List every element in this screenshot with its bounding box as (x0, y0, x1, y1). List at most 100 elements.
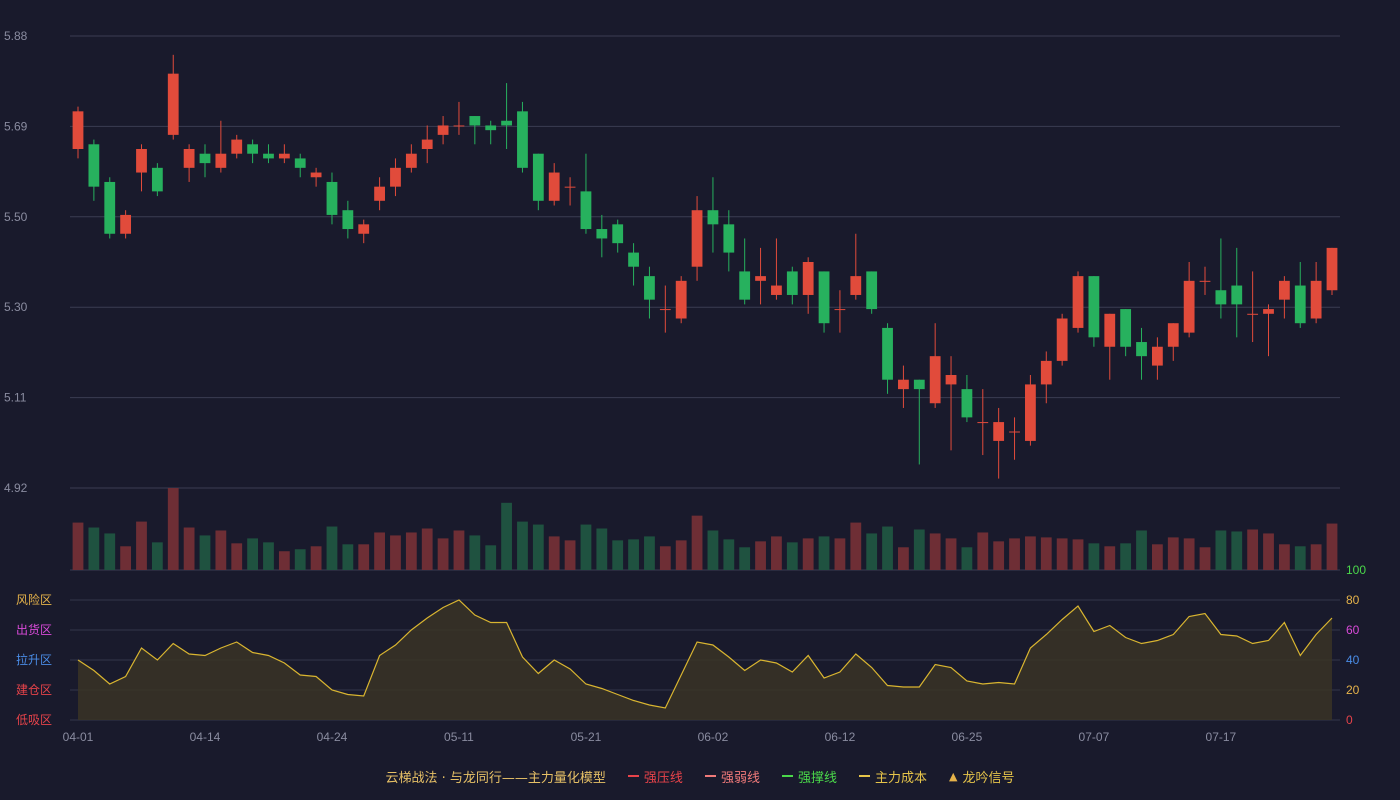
dashed-line-icon (858, 775, 870, 777)
volume-bar (1231, 531, 1243, 570)
candle-body (1167, 323, 1179, 347)
volume-bar (151, 542, 163, 570)
volume-bar (231, 543, 243, 570)
legend-item-signal[interactable]: ▲ 龙吟信号 (949, 767, 1014, 786)
price-tick-label: 5.50 (4, 210, 28, 224)
volume-bar (929, 533, 941, 570)
legend-label: 强撑线 (797, 770, 837, 786)
candle-body (1215, 290, 1227, 305)
solid-line-icon (627, 775, 639, 777)
candle-body (1183, 280, 1195, 333)
volume-bar (802, 538, 814, 570)
candle-body (850, 276, 862, 295)
legend: 云梯战法 · 与龙同行——主力量化模型 强压线 强弱线 强撑线 主力成本 ▲ 龙… (0, 766, 1400, 786)
candle-body (1040, 360, 1052, 385)
candle-body (771, 285, 782, 295)
volume-bar (501, 502, 512, 570)
volume-bar (596, 528, 608, 570)
volume-bar (1025, 536, 1036, 570)
candle-body (723, 224, 735, 253)
candle-body (104, 181, 116, 234)
candle-body (421, 139, 433, 149)
volume-bar (1310, 544, 1322, 570)
candle-body (1072, 276, 1084, 328)
legend-label: 强压线 (643, 770, 683, 786)
candle-body (1056, 318, 1068, 361)
legend-item-support[interactable]: 强撑线 (781, 767, 837, 786)
volume-bar (882, 526, 893, 570)
candle-body (326, 181, 338, 215)
volume-bar (691, 515, 703, 570)
indicator-panel: 100 80 60 40 20 0 风险区出货区拉升区建仓区低吸区 (16, 563, 1366, 727)
candle-body (898, 379, 909, 390)
volume-bar (1215, 530, 1227, 570)
volume-bar (453, 530, 465, 570)
volume-bar (771, 536, 782, 570)
candle-body (469, 116, 481, 126)
dashed-line-icon (704, 775, 716, 777)
volume-bar (1136, 530, 1147, 570)
price-tick-label: 5.69 (4, 119, 28, 133)
candle-body (263, 153, 274, 159)
volume-bar (1088, 543, 1100, 570)
candle-body (691, 210, 703, 267)
solid-line-icon (781, 775, 793, 777)
volume-bar (1167, 537, 1179, 570)
volume-bar (755, 541, 766, 570)
volume-bar (1104, 546, 1116, 570)
candle-body (929, 356, 941, 404)
volume-bar (136, 521, 147, 570)
candle-body (659, 309, 671, 311)
volume-bar (786, 542, 798, 570)
volume-bar (945, 538, 957, 570)
candle-body (120, 214, 132, 234)
volume-bar (1072, 539, 1084, 570)
volume-bar (739, 547, 751, 570)
candle-body (374, 186, 385, 201)
volume-bar (834, 538, 846, 570)
volume-bar (548, 536, 560, 570)
volume-bar (723, 539, 735, 570)
indicator-tick-label: 20 (1346, 683, 1360, 697)
candle-body (358, 224, 370, 234)
legend-item-pressure[interactable]: 强压线 (627, 767, 683, 786)
candle-body (1310, 280, 1322, 319)
chart-canvas: 5.88 5.69 5.50 5.30 5.11 4.92 100 80 60 40 20 0 风险区… (4, 29, 1366, 744)
zone-label: 出货区 (16, 622, 52, 637)
volume-bar (358, 544, 370, 570)
volume-bar (1247, 529, 1259, 570)
volume-bar (469, 535, 481, 570)
price-tick-label: 5.88 (4, 29, 28, 43)
candle-body (453, 125, 465, 127)
candle-body (1120, 309, 1132, 347)
candle-body (755, 276, 766, 281)
volume-bar (532, 524, 544, 570)
candle-body (1088, 276, 1100, 338)
volume-bar (1294, 546, 1306, 570)
candle-body (866, 271, 878, 310)
legend-label: 主力成本 (874, 770, 927, 786)
zone-label: 建仓区 (16, 683, 52, 697)
candle-body (802, 262, 814, 295)
volume-bar (342, 544, 354, 570)
candle-body (405, 153, 417, 168)
volume-bar (1040, 537, 1052, 570)
legend-item-cost[interactable]: 主力成本 (858, 767, 927, 786)
date-tick-label: 05-21 (571, 730, 602, 744)
candle-body (1151, 346, 1163, 366)
volume-bar (405, 532, 417, 570)
volume-bar (612, 540, 624, 570)
date-tick-label: 04-14 (190, 730, 221, 744)
volume-bar (1009, 538, 1020, 570)
candle-body (786, 271, 798, 295)
indicator-tick-label: 40 (1346, 653, 1360, 667)
candle-body (294, 158, 306, 168)
legend-item-strength[interactable]: 强弱线 (704, 767, 760, 786)
candle-body (532, 153, 544, 201)
price-tick-label: 4.92 (4, 481, 28, 495)
candle-body (834, 309, 846, 311)
date-axis: 04-01 04-14 04-24 05-11 05-21 06-02 06-12 06-25… (63, 730, 1237, 744)
candle-body (913, 379, 925, 390)
candle-body (596, 229, 608, 239)
volume-bar (326, 526, 338, 570)
